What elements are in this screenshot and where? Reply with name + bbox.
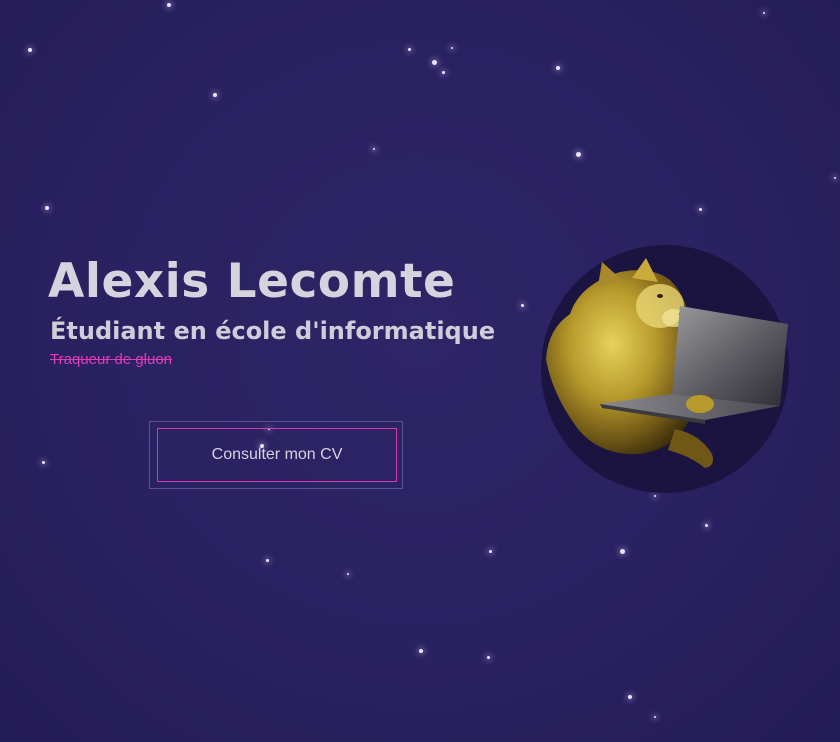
- star: [42, 461, 45, 464]
- star: [521, 304, 524, 307]
- hero-tagline: Traqueur de gluon: [50, 351, 173, 368]
- view-cv-button[interactable]: Consulter mon CV: [157, 428, 397, 482]
- star: [408, 48, 411, 51]
- star: [489, 550, 492, 553]
- hero-name: Alexis Lecomte: [48, 254, 456, 309]
- star: [620, 549, 625, 554]
- star: [834, 177, 836, 179]
- star: [167, 3, 171, 7]
- star: [442, 71, 445, 74]
- star: [487, 656, 490, 659]
- star: [699, 208, 702, 211]
- star: [705, 524, 708, 527]
- star: [28, 48, 32, 52]
- star: [266, 559, 269, 562]
- star: [628, 695, 632, 699]
- star: [451, 47, 453, 49]
- star: [419, 649, 423, 653]
- star: [213, 93, 217, 97]
- star: [556, 66, 560, 70]
- star: [763, 12, 765, 14]
- hero-subtitle: Étudiant en école d'informatique: [50, 317, 496, 345]
- avatar: [540, 244, 790, 494]
- star: [654, 495, 656, 497]
- star: [45, 206, 49, 210]
- star: [576, 152, 581, 157]
- star: [432, 60, 437, 65]
- star: [654, 716, 656, 718]
- star: [347, 573, 349, 575]
- doge-laptop-avatar-icon: [541, 245, 789, 493]
- star: [373, 148, 375, 150]
